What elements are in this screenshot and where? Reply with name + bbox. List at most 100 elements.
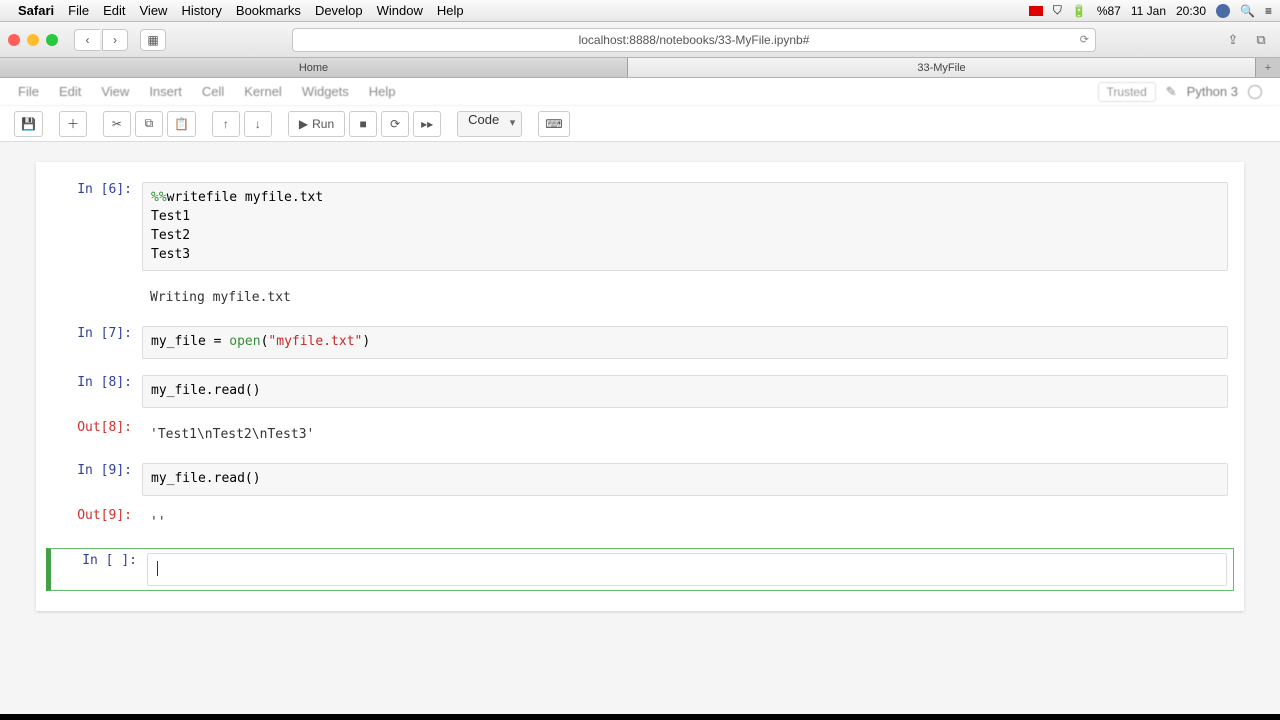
arrow-down-icon: ↓ bbox=[255, 117, 261, 131]
jupyter-toolbar: 💾 ＋ ✂ ⧉ 📋 ↑ ↓ ▶Run ■ ⟳ ▸▸ Code ⌨ bbox=[0, 106, 1280, 142]
battery-icon[interactable]: 🔋 bbox=[1072, 4, 1087, 18]
code-cell[interactable]: In [6]: %%writefile myfile.txt Test1 Tes… bbox=[46, 178, 1234, 275]
shield-icon[interactable]: ⛉ bbox=[1053, 3, 1062, 18]
scissors-icon: ✂ bbox=[112, 117, 122, 131]
menu-view[interactable]: View bbox=[140, 3, 168, 18]
jp-menu-file[interactable]: File bbox=[18, 84, 39, 99]
menu-extras-icon[interactable]: ≡ bbox=[1265, 4, 1272, 18]
notebook-area[interactable]: In [6]: %%writefile myfile.txt Test1 Tes… bbox=[0, 142, 1280, 720]
in-prompt: In [8]: bbox=[52, 375, 142, 408]
code-input[interactable]: my_file = open("myfile.txt") bbox=[142, 326, 1228, 359]
kernel-indicator-icon[interactable] bbox=[1248, 85, 1262, 99]
url-bar[interactable]: localhost:8888/notebooks/33-MyFile.ipynb… bbox=[292, 28, 1096, 52]
restart-button[interactable]: ⟳ bbox=[381, 111, 409, 137]
stop-icon: ■ bbox=[360, 117, 367, 131]
output-cell: Out[8]: 'Test1\nTest2\nTest3' bbox=[46, 416, 1234, 451]
code-cell[interactable]: In [7]: my_file = open("myfile.txt") bbox=[46, 322, 1234, 363]
safari-tabbar: Home 33-MyFile + bbox=[0, 58, 1280, 78]
menu-history[interactable]: History bbox=[181, 3, 221, 18]
jp-menu-kernel[interactable]: Kernel bbox=[244, 84, 282, 99]
interrupt-button[interactable]: ■ bbox=[349, 111, 377, 137]
minimize-window-button[interactable] bbox=[27, 34, 39, 46]
menu-bookmarks[interactable]: Bookmarks bbox=[236, 3, 301, 18]
code-cell[interactable]: In [9]: my_file.read() bbox=[46, 459, 1234, 500]
fast-forward-icon: ▸▸ bbox=[421, 117, 433, 131]
command-palette-button[interactable]: ⌨ bbox=[538, 111, 569, 137]
new-tab-button[interactable]: + bbox=[1256, 58, 1280, 77]
execute-result: '' bbox=[142, 508, 1228, 535]
arrow-up-icon: ↑ bbox=[223, 117, 229, 131]
menu-edit[interactable]: Edit bbox=[103, 3, 125, 18]
run-button[interactable]: ▶Run bbox=[288, 111, 345, 137]
edit-icon[interactable]: ✎ bbox=[1166, 84, 1177, 100]
cut-button[interactable]: ✂ bbox=[103, 111, 131, 137]
tab-home[interactable]: Home bbox=[0, 58, 628, 77]
code-cell[interactable]: In [8]: my_file.read() bbox=[46, 371, 1234, 412]
move-down-button[interactable]: ↓ bbox=[244, 111, 272, 137]
save-button[interactable]: 💾 bbox=[14, 111, 43, 137]
jupyter-menubar: File Edit View Insert Cell Kernel Widget… bbox=[0, 78, 1280, 106]
code-input[interactable]: my_file.read() bbox=[142, 463, 1228, 496]
tabs-button[interactable]: ⧉ bbox=[1250, 30, 1272, 50]
plus-icon: ＋ bbox=[67, 115, 79, 132]
save-icon: 💾 bbox=[21, 117, 36, 131]
share-button[interactable]: ⇪ bbox=[1222, 30, 1244, 50]
menu-develop[interactable]: Develop bbox=[315, 3, 363, 18]
user-icon[interactable] bbox=[1216, 4, 1230, 18]
time[interactable]: 20:30 bbox=[1176, 4, 1206, 18]
app-name[interactable]: Safari bbox=[18, 3, 54, 18]
play-icon: ▶ bbox=[299, 117, 308, 131]
code-cell-selected[interactable]: In [ ]: bbox=[46, 548, 1234, 591]
jp-menu-widgets[interactable]: Widgets bbox=[302, 84, 349, 99]
in-prompt: In [ ]: bbox=[57, 553, 147, 586]
kernel-name[interactable]: Python 3 bbox=[1187, 84, 1238, 99]
jp-menu-help[interactable]: Help bbox=[369, 84, 396, 99]
notebook-container: In [6]: %%writefile myfile.txt Test1 Tes… bbox=[36, 162, 1244, 611]
output-cell: Out[9]: '' bbox=[46, 504, 1234, 539]
menu-file[interactable]: File bbox=[68, 3, 89, 18]
jp-menu-cell[interactable]: Cell bbox=[202, 84, 224, 99]
zoom-window-button[interactable] bbox=[46, 34, 58, 46]
in-prompt: In [7]: bbox=[52, 326, 142, 359]
trusted-badge[interactable]: Trusted bbox=[1098, 82, 1156, 102]
add-cell-button[interactable]: ＋ bbox=[59, 111, 87, 137]
jp-menu-view[interactable]: View bbox=[101, 84, 129, 99]
menu-window[interactable]: Window bbox=[377, 3, 423, 18]
text-cursor bbox=[157, 561, 158, 576]
sidebar-button[interactable]: ▦ bbox=[140, 29, 166, 51]
spotlight-icon[interactable]: 🔍 bbox=[1240, 4, 1255, 18]
status-flag-icon[interactable] bbox=[1029, 6, 1043, 16]
menu-help[interactable]: Help bbox=[437, 3, 464, 18]
code-input[interactable]: my_file.read() bbox=[142, 375, 1228, 408]
restart-icon: ⟳ bbox=[390, 117, 400, 131]
back-button[interactable]: ‹ bbox=[74, 29, 100, 51]
safari-toolbar: ‹ › ▦ localhost:8888/notebooks/33-MyFile… bbox=[0, 22, 1280, 58]
reload-icon[interactable]: ⟳ bbox=[1080, 33, 1089, 46]
in-prompt: In [6]: bbox=[52, 182, 142, 271]
out-prompt: Out[9]: bbox=[52, 508, 142, 535]
celltype-select[interactable]: Code bbox=[457, 111, 522, 137]
move-up-button[interactable]: ↑ bbox=[212, 111, 240, 137]
paste-icon: 📋 bbox=[174, 117, 189, 131]
tab-notebook[interactable]: 33-MyFile bbox=[628, 58, 1256, 77]
paste-button[interactable]: 📋 bbox=[167, 111, 196, 137]
close-window-button[interactable] bbox=[8, 34, 20, 46]
stream-output: Writing myfile.txt bbox=[142, 283, 1228, 310]
battery-percent: %87 bbox=[1097, 4, 1121, 18]
empty-prompt bbox=[52, 283, 142, 310]
jp-menu-edit[interactable]: Edit bbox=[59, 84, 81, 99]
copy-button[interactable]: ⧉ bbox=[135, 111, 163, 137]
macos-menubar: Safari File Edit View History Bookmarks … bbox=[0, 0, 1280, 22]
in-prompt: In [9]: bbox=[52, 463, 142, 496]
execute-result: 'Test1\nTest2\nTest3' bbox=[142, 420, 1228, 447]
bottom-bar bbox=[0, 714, 1280, 720]
code-input-active[interactable] bbox=[147, 553, 1227, 586]
url-text: localhost:8888/notebooks/33-MyFile.ipynb… bbox=[579, 33, 810, 47]
code-input[interactable]: %%writefile myfile.txt Test1 Test2 Test3 bbox=[142, 182, 1228, 271]
copy-icon: ⧉ bbox=[145, 116, 154, 131]
out-prompt: Out[8]: bbox=[52, 420, 142, 447]
jp-menu-insert[interactable]: Insert bbox=[149, 84, 182, 99]
forward-button[interactable]: › bbox=[102, 29, 128, 51]
restart-run-all-button[interactable]: ▸▸ bbox=[413, 111, 441, 137]
date[interactable]: 11 Jan bbox=[1131, 4, 1166, 18]
